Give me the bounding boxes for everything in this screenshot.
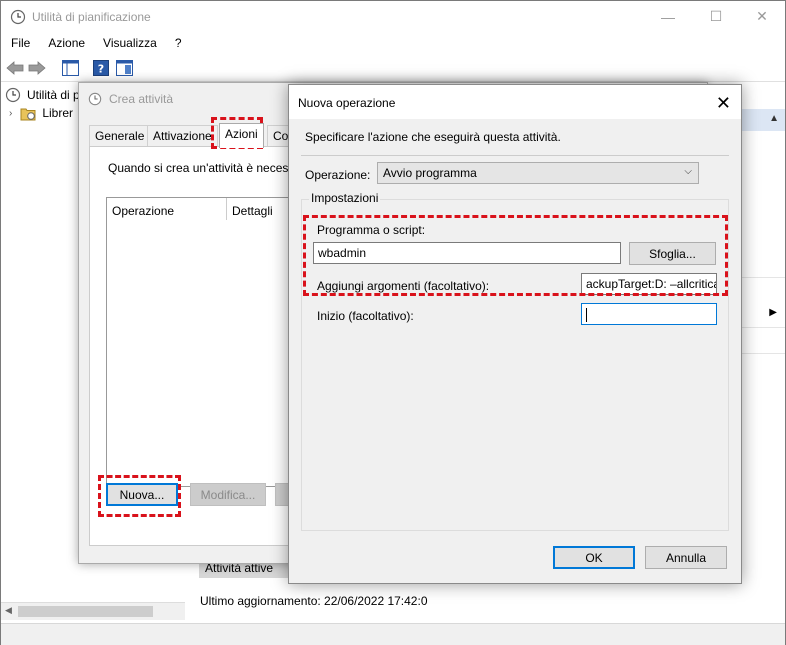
divider (741, 327, 785, 328)
divider (301, 155, 729, 156)
chevron-right-icon[interactable]: › (9, 108, 12, 119)
operation-select[interactable]: Avvio programma ⌵ (377, 162, 699, 184)
start-in-input[interactable] (581, 303, 717, 325)
highlight-new-button (98, 475, 181, 517)
menu-file[interactable]: File (1, 36, 38, 50)
actions-pane-header: ▲ (741, 109, 785, 131)
new-action-dialog: Nuova operazione ✕ Specificare l'azione … (288, 84, 742, 584)
cancel-button[interactable]: Annulla (645, 546, 727, 569)
close-icon[interactable]: ✕ (716, 93, 731, 114)
divider (741, 353, 785, 354)
chevron-down-icon: ⌵ (684, 166, 692, 177)
menu-help[interactable]: ? (165, 36, 190, 50)
last-update-text: Ultimo aggiornamento: 22/06/2022 17:42:0 (200, 594, 428, 608)
column-operazione[interactable]: Operazione (112, 204, 174, 218)
menu-visualizza[interactable]: Visualizza (93, 36, 165, 50)
back-arrow-icon[interactable] (5, 58, 25, 78)
actions-hint: Quando si crea un'attività è necess (108, 161, 295, 175)
close-button[interactable]: ✕ (739, 1, 785, 32)
scroll-left-icon[interactable]: ◀ (5, 605, 12, 616)
tab-azioni[interactable]: Azioni (219, 123, 264, 148)
horizontal-scrollbar[interactable]: ◀ (1, 602, 185, 620)
operation-value: Avvio programma (383, 166, 477, 180)
clock-icon (88, 92, 102, 106)
ok-button[interactable]: OK (553, 546, 635, 569)
menu-bar: File Azione Visualizza ? (1, 32, 785, 54)
tree-library-label: Librer (42, 106, 74, 120)
column-divider (226, 198, 227, 220)
tree-root-item[interactable]: Utilità di p (5, 85, 80, 105)
help-icon[interactable]: ? (91, 58, 111, 78)
tree-library-item[interactable]: › Librer (9, 103, 73, 123)
toolbar: ? (1, 54, 785, 82)
menu-azione[interactable]: Azione (38, 36, 93, 50)
actions-pane: ▲ ▶ (741, 109, 785, 629)
scrollbar-thumb[interactable] (18, 606, 153, 617)
status-bar (1, 623, 785, 645)
submenu-arrow-icon[interactable]: ▶ (769, 307, 777, 318)
clock-icon (5, 87, 21, 103)
highlight-program-arguments (303, 215, 728, 296)
forward-arrow-icon[interactable] (27, 58, 47, 78)
action-pane-icon[interactable] (114, 58, 134, 78)
divider (741, 277, 785, 278)
operation-label: Operazione: (305, 168, 371, 182)
settings-legend: Impostazioni (309, 191, 381, 205)
new-action-description: Specificare l'azione che eseguirà questa… (305, 130, 561, 144)
minimize-button[interactable]: — (645, 1, 691, 32)
text-caret (586, 307, 587, 322)
window-title: Utilità di pianificazione (32, 10, 151, 24)
new-action-title: Nuova operazione (298, 96, 396, 110)
console-tree-icon[interactable] (60, 58, 80, 78)
start-in-label: Inizio (facoltativo): (317, 309, 414, 323)
title-bar: Utilità di pianificazione — ☐ ✕ (1, 1, 785, 32)
tab-generale[interactable]: Generale (89, 125, 151, 147)
clock-icon (10, 9, 26, 25)
folder-clock-icon (20, 108, 36, 120)
create-task-title: Crea attività (109, 92, 174, 106)
delete-action-button[interactable] (275, 483, 289, 506)
edit-action-button[interactable]: Modifica... (190, 483, 266, 506)
collapse-up-icon[interactable]: ▲ (769, 113, 779, 124)
column-dettagli[interactable]: Dettagli (232, 204, 273, 218)
tree-root-label: Utilità di p (27, 88, 80, 102)
new-action-title-bar: Nuova operazione ✕ (289, 85, 741, 119)
svg-text:?: ? (98, 63, 104, 76)
maximize-button[interactable]: ☐ (693, 1, 739, 32)
tab-attivazione[interactable]: Attivazione (147, 125, 218, 147)
